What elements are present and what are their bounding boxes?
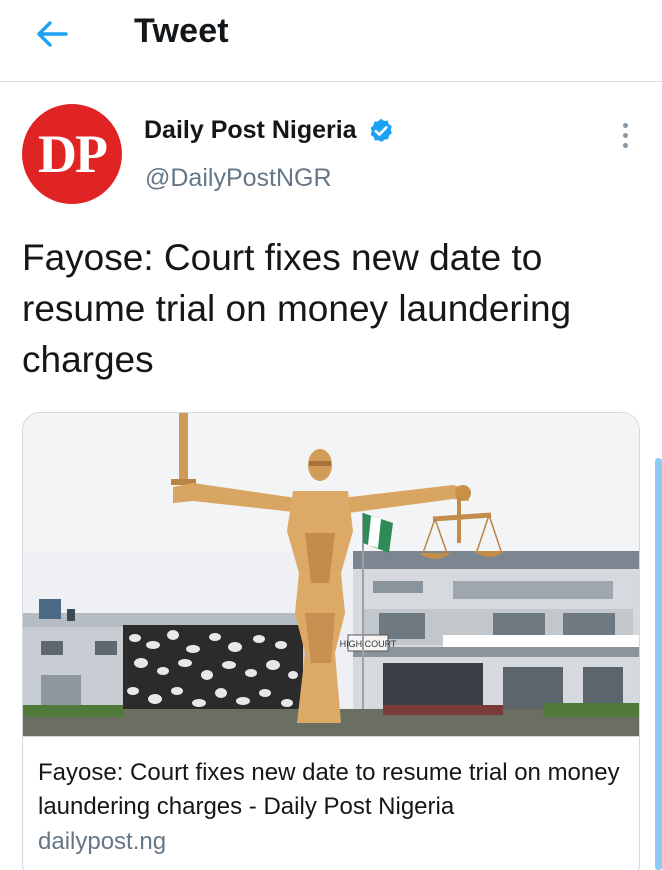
more-options-button[interactable]	[610, 118, 640, 152]
tweet-detail-page: Tweet DP Daily Post Nigeria @DailyPostNG…	[0, 0, 662, 870]
card-image: HIGH COURT	[23, 413, 639, 737]
scrollbar[interactable]	[655, 458, 662, 870]
court-sign-text: HIGH COURT	[340, 639, 397, 649]
arrow-left-icon	[37, 21, 68, 47]
more-dot	[622, 142, 628, 148]
back-button[interactable]	[30, 14, 74, 54]
author-name: Daily Post Nigeria	[144, 116, 357, 144]
card-domain: dailypost.ng	[38, 828, 167, 855]
tweet-text: Fayose: Court fixes new date to resume t…	[22, 237, 572, 380]
more-dot	[622, 132, 628, 138]
avatar[interactable]: DP	[22, 104, 122, 204]
link-preview-card[interactable]: HIGH COURT Fayose: Court fixes new date …	[22, 412, 640, 870]
author-handle[interactable]: @DailyPostNGR	[145, 164, 332, 193]
top-bar: Tweet	[0, 0, 662, 82]
author-name-row[interactable]: Daily Post Nigeria	[144, 116, 395, 145]
card-title: Fayose: Court fixes new date to resume t…	[38, 759, 620, 820]
page-title: Tweet	[134, 12, 229, 50]
verified-badge-icon	[370, 118, 392, 142]
court-statue-image: HIGH COURT	[23, 413, 639, 736]
avatar-logo-text: DP	[38, 124, 108, 184]
more-vertical-icon	[622, 122, 628, 128]
